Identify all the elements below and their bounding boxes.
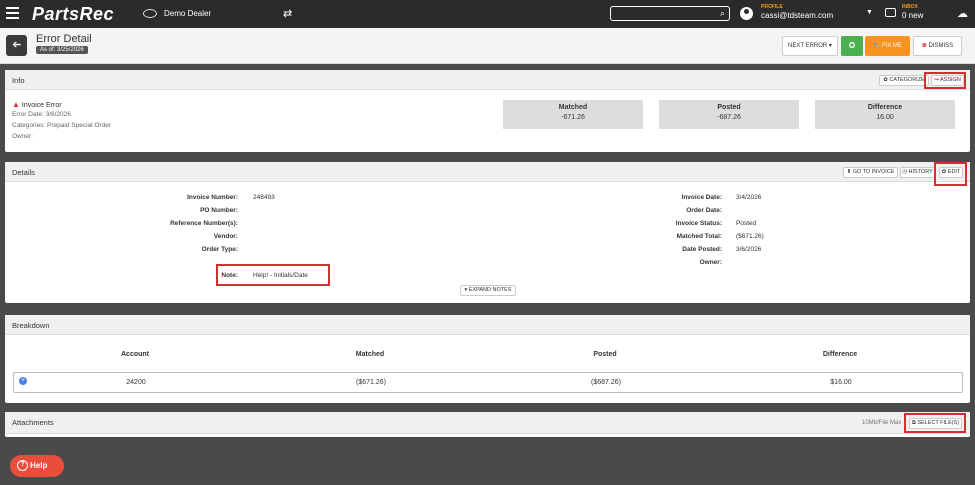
shuffle-icon[interactable]: ⇄	[283, 7, 292, 20]
question-icon: ?	[17, 460, 28, 471]
column-header-matched: Matched	[355, 351, 385, 358]
approve-button[interactable]: ✪	[841, 36, 863, 56]
info-panel: Info ✿ CATEGORIZE ↪ ASSIGN ▲ Invoice Err…	[5, 70, 970, 152]
column-header-account: Account	[121, 351, 149, 358]
column-header-posted: Posted	[593, 351, 617, 358]
expand-row-icon[interactable]: +	[19, 377, 27, 385]
error-owner: Owner:	[12, 133, 33, 140]
date-posted-label: Date Posted:	[682, 246, 722, 253]
reference-number-label: Reference Number(s):	[170, 220, 238, 227]
stat-value: -687.26	[717, 114, 741, 121]
invoice-status-label: Invoice Status:	[675, 220, 722, 227]
check-circle-icon: ✪	[848, 41, 856, 50]
dealer-logo-icon	[143, 9, 157, 18]
search-input[interactable]: ⌕	[610, 6, 730, 21]
breakdown-panel-header: Breakdown	[5, 315, 970, 335]
user-avatar-icon[interactable]	[740, 7, 753, 20]
next-error-button[interactable]: NEXT ERROR ▾	[782, 36, 838, 56]
breakdown-panel: Breakdown Account Matched Posted Differe…	[5, 315, 970, 403]
top-nav-bar: PartsRec Demo Dealer ⇄ ⌕ PROFILE cassi@t…	[0, 0, 975, 28]
profile-label: PROFILE	[761, 4, 783, 10]
close-circle-icon: ⊗	[921, 43, 927, 49]
stat-value: 16.00	[876, 114, 894, 121]
error-type-label: Invoice Error	[21, 102, 62, 109]
matched-total-value: ($671.26)	[736, 233, 764, 240]
search-icon[interactable]: ⌕	[720, 8, 725, 19]
matched-total-label: Matched Total:	[676, 233, 722, 240]
invoice-number-label: Invoice Number:	[187, 194, 238, 201]
error-categories: Categories: Prepaid Special Order	[12, 122, 111, 129]
edit-highlight	[934, 162, 967, 186]
dealer-name[interactable]: Demo Dealer	[164, 9, 211, 18]
order-type-label: Order Type:	[201, 246, 238, 253]
invoice-status-value: Posted	[736, 220, 757, 227]
back-button[interactable]: ➔	[6, 35, 27, 56]
profile-email[interactable]: cassi@tdsteam.com	[761, 11, 833, 20]
inbox-icon[interactable]	[885, 8, 896, 17]
attachments-panel: Attachments 10Mb/File Max ⧉ SELECT FILE(…	[5, 412, 970, 437]
info-panel-header: Info ✿ CATEGORIZE ↪ ASSIGN	[5, 70, 970, 90]
attachments-title: Attachments	[12, 418, 54, 427]
error-type: ▲ Invoice Error	[12, 100, 62, 109]
stat-label: Matched	[558, 104, 588, 111]
dismiss-button[interactable]: ⊗ DISMISS	[913, 36, 962, 56]
column-header-difference: Difference	[822, 351, 858, 358]
note-value[interactable]: Help! - Initials/Date	[253, 272, 308, 279]
stat-label: Difference	[867, 104, 903, 111]
breakdown-title: Breakdown	[12, 321, 50, 330]
fix-me-button[interactable]: 🔧 FIX ME	[865, 36, 910, 56]
warning-icon: ▲	[12, 100, 20, 109]
cloud-download-icon[interactable]: ☁	[957, 7, 968, 20]
cell-account: 24200	[126, 379, 146, 386]
note-label: Note:	[221, 272, 238, 279]
as-of-badge: As of: 3/25/2026	[36, 46, 88, 54]
table-row[interactable]: + 24200 ($671.26) ($687.26) $16.00	[13, 372, 963, 393]
inbox-count[interactable]: 0 new	[902, 11, 923, 20]
assign-highlight	[924, 72, 966, 89]
owner-label: Owner:	[699, 259, 722, 266]
cell-difference: $16.00	[830, 379, 852, 386]
app-logo[interactable]: PartsRec	[32, 4, 114, 25]
invoice-date-label: Invoice Date:	[681, 194, 722, 201]
chevron-down-icon[interactable]: ▼	[866, 9, 873, 16]
menu-icon[interactable]	[6, 7, 19, 19]
attachments-panel-header: Attachments 10Mb/File Max ⧉ SELECT FILE(…	[5, 412, 970, 434]
stat-value: -671.26	[561, 114, 585, 121]
cell-matched: ($671.26)	[356, 379, 386, 386]
cell-posted: ($687.26)	[591, 379, 621, 386]
difference-stat: Difference 16.00	[815, 100, 955, 129]
help-button[interactable]: ? Help	[10, 455, 64, 477]
go-to-invoice-button[interactable]: ⬆ GO TO INVOICE	[843, 167, 898, 178]
details-panel: Details ⬆ GO TO INVOICE ◷ HISTORY ✿ EDIT…	[5, 162, 970, 303]
page-title: Error Detail	[36, 33, 92, 45]
file-size-limit: 10Mb/File Max	[862, 420, 902, 426]
invoice-date-value: 3/4/2026	[736, 194, 762, 201]
select-files-highlight	[904, 413, 966, 433]
matched-stat: Matched -671.26	[503, 100, 643, 129]
inbox-label: INBOX	[902, 4, 918, 10]
vendor-label: Vendor:	[213, 233, 238, 240]
posted-stat: Posted -687.26	[659, 100, 799, 129]
po-number-label: PO Number:	[200, 207, 238, 214]
invoice-number-value: 248493	[253, 194, 275, 201]
help-label: Help	[30, 461, 48, 470]
details-title: Details	[12, 168, 35, 177]
details-panel-header: Details ⬆ GO TO INVOICE ◷ HISTORY ✿ EDIT	[5, 162, 970, 182]
history-button[interactable]: ◷ HISTORY	[900, 167, 935, 178]
stat-label: Posted	[717, 104, 741, 111]
date-posted-value: 3/6/2026	[736, 246, 762, 253]
info-title: Info	[12, 76, 25, 85]
order-date-label: Order Date:	[686, 207, 722, 214]
categorize-button[interactable]: ✿ CATEGORIZE	[879, 75, 929, 86]
expand-notes-button[interactable]: ▾ EXPAND NOTES	[460, 285, 516, 296]
error-date: Error Date: 3/6/2026	[12, 111, 71, 118]
dismiss-label: DISMISS	[928, 43, 954, 49]
back-arrow-icon: ➔	[11, 39, 22, 51]
